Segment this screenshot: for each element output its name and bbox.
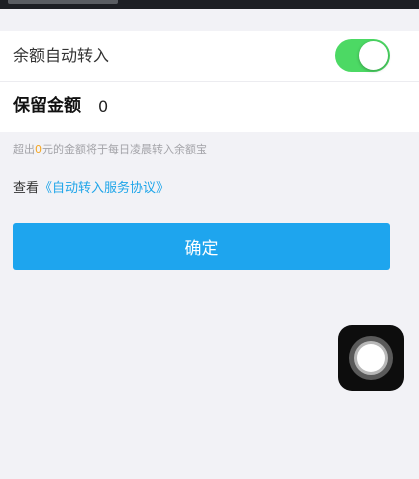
assistive-touch-inner-ring <box>357 344 385 372</box>
assistive-touch-icon[interactable] <box>338 325 404 391</box>
assistive-touch-mid-ring <box>354 341 388 375</box>
hint-prefix: 超出 <box>13 143 35 156</box>
toggle-knob <box>359 41 388 70</box>
transfer-hint: 超出0元的金额将于每日凌晨转入余额宝 <box>13 142 207 158</box>
auto-transfer-label: 余额自动转入 <box>13 46 110 65</box>
auto-transfer-toggle[interactable] <box>335 39 390 72</box>
assistive-touch-outer-ring <box>349 336 393 380</box>
hint-suffix: 元的金额将于每日凌晨转入余额宝 <box>42 143 207 156</box>
auto-transfer-row: 余额自动转入 <box>0 31 419 82</box>
status-bar-text <box>8 0 118 4</box>
status-bar <box>0 0 419 9</box>
retain-amount-label: 保留金额 <box>13 96 81 116</box>
retain-amount-row: 保留金额 <box>0 82 419 132</box>
hint-amount: 0 <box>35 143 42 156</box>
agreement-prefix: 查看 <box>13 181 40 196</box>
agreement-link[interactable]: 《自动转入服务协议》 <box>39 181 169 196</box>
retain-amount-input[interactable] <box>98 95 298 117</box>
confirm-button[interactable]: 确定 <box>13 223 390 270</box>
agreement-line: 查看《自动转入服务协议》 <box>13 180 169 198</box>
